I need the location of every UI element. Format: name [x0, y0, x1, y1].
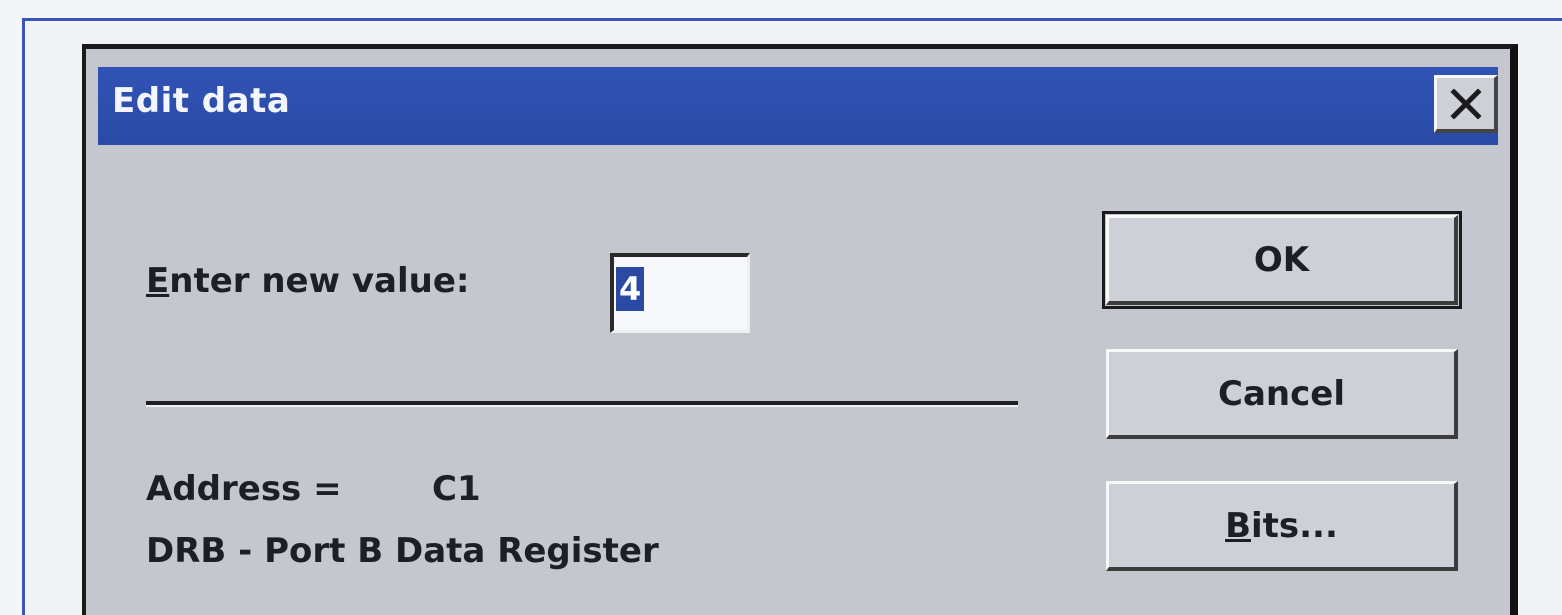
bits-button-mnemonic: B: [1225, 505, 1251, 546]
new-value-selected-text: 4: [616, 267, 645, 311]
bits-button-label: Bits...: [1225, 506, 1338, 546]
separator-line: [146, 401, 1018, 407]
new-value-label: Enter new value:: [146, 261, 470, 301]
ok-button[interactable]: OK: [1102, 211, 1462, 309]
new-value-input[interactable]: 4: [610, 253, 750, 333]
address-value: C1: [432, 469, 481, 509]
edit-data-dialog: Edit data Enter new value: 4 Address = C…: [82, 44, 1518, 615]
bits-button-text: its...: [1251, 505, 1338, 546]
close-icon: [1449, 88, 1483, 119]
dialog-title: Edit data: [112, 81, 291, 121]
address-label: Address =: [146, 469, 342, 509]
cancel-button-label: Cancel: [1218, 373, 1345, 414]
screenshot-page: Edit data Enter new value: 4 Address = C…: [0, 0, 1562, 615]
dialog-titlebar[interactable]: Edit data: [98, 67, 1498, 145]
ok-button-label: OK: [1253, 239, 1310, 280]
new-value-label-text: nter new value:: [169, 261, 470, 301]
bits-button[interactable]: Bits...: [1106, 481, 1458, 571]
new-value-label-mnemonic: E: [146, 261, 170, 301]
close-button[interactable]: [1434, 75, 1498, 133]
cancel-button[interactable]: Cancel: [1106, 349, 1458, 439]
register-name: DRB - Port B Data Register: [146, 531, 659, 571]
